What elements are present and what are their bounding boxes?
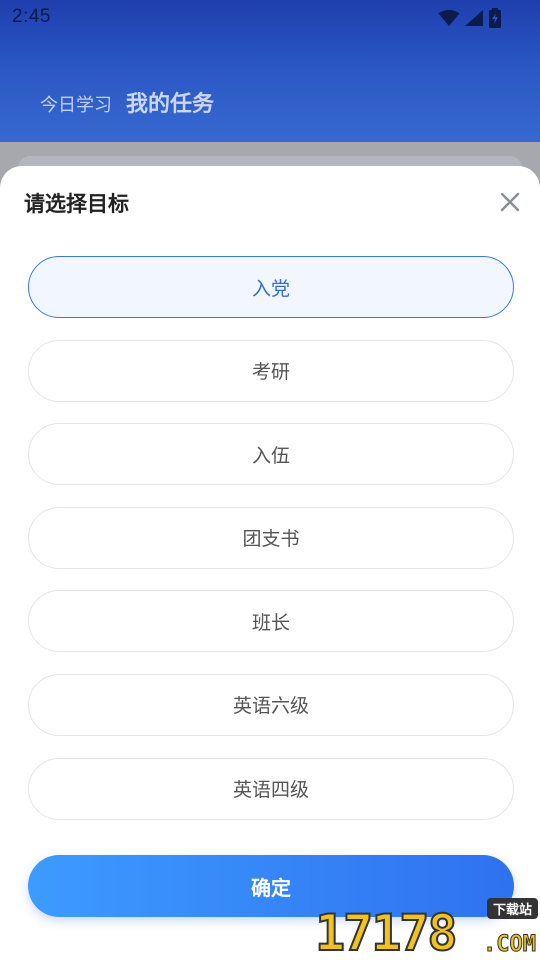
header-tabs: 今日学习 我的任务	[40, 86, 228, 118]
wifi-icon	[438, 9, 460, 27]
goal-option-join-party[interactable]: 入党	[28, 256, 514, 318]
watermark-tag: 下载站	[486, 898, 538, 919]
screen: 2:45 今日学习 我的任务 请选择目标 入党 考研 入伍 团支书 班长 英语六…	[0, 0, 540, 960]
sheet-title: 请选择目标	[24, 192, 129, 216]
tab-my-tasks[interactable]: 我的任务	[126, 86, 214, 118]
watermark-domain: .COM	[483, 932, 537, 957]
signal-icon	[464, 9, 484, 27]
goal-option-cet6[interactable]: 英语六级	[28, 673, 514, 736]
status-icons	[438, 8, 502, 28]
goal-option-postgraduate-exam[interactable]: 考研	[28, 339, 514, 402]
watermark-logo: 17178 下载站 .COM	[314, 898, 540, 960]
battery-icon	[488, 8, 502, 28]
watermark-digits: 17178	[314, 904, 459, 960]
status-bar: 2:45	[0, 0, 540, 36]
close-icon	[500, 192, 520, 212]
goal-option-enlist[interactable]: 入伍	[28, 423, 514, 486]
app-header: 2:45 今日学习 我的任务	[0, 0, 540, 142]
tab-today-study[interactable]: 今日学习	[40, 91, 112, 117]
status-time: 2:45	[12, 6, 51, 27]
close-button[interactable]	[498, 190, 522, 214]
goal-option-league-secretary[interactable]: 团支书	[28, 506, 514, 569]
goal-options: 入党 考研 入伍 团支书 班长 英语六级 英语四级	[28, 256, 514, 841]
goal-option-class-monitor[interactable]: 班长	[28, 590, 514, 653]
goal-select-sheet: 请选择目标 入党 考研 入伍 团支书 班长 英语六级 英语四级 确定	[0, 166, 540, 960]
goal-option-cet4[interactable]: 英语四级	[28, 757, 514, 820]
